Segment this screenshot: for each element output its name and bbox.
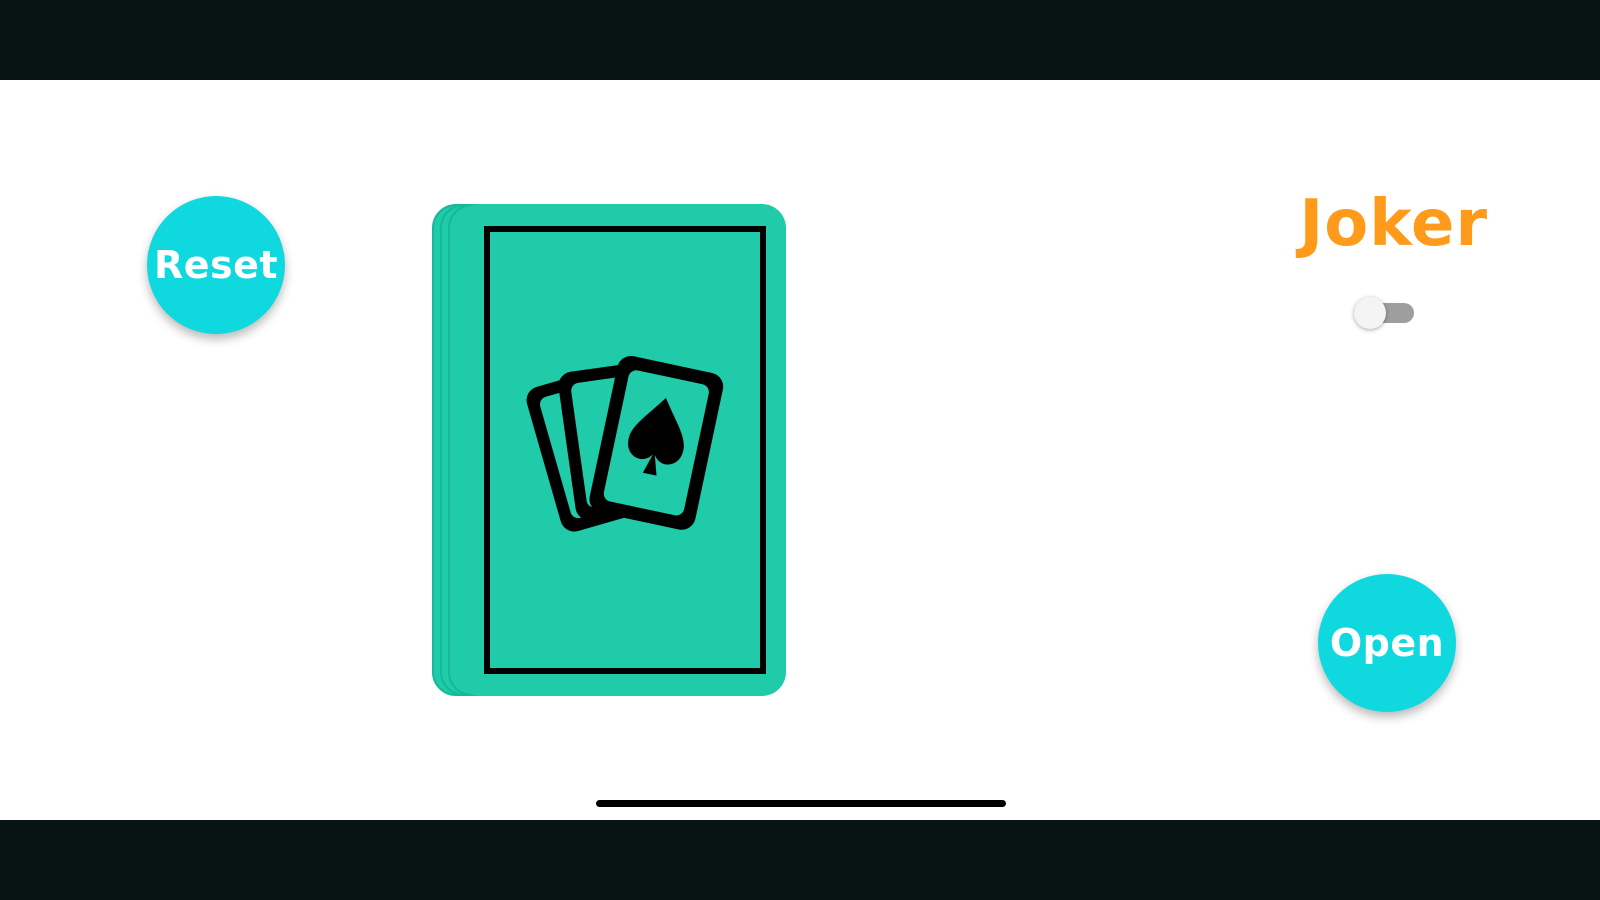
playing-cards-spade-icon — [526, 356, 724, 532]
letterbox-top — [0, 0, 1600, 80]
card-deck[interactable] — [432, 204, 788, 696]
home-indicator — [596, 800, 1006, 807]
game-screen: Reset Joker Open — [0, 80, 1600, 820]
joker-toggle[interactable] — [1354, 297, 1416, 329]
toggle-thumb — [1354, 297, 1386, 329]
open-button[interactable]: Open — [1318, 574, 1456, 712]
reset-button[interactable]: Reset — [147, 196, 285, 334]
joker-label: Joker — [1299, 187, 1488, 261]
letterbox-bottom — [0, 820, 1600, 900]
